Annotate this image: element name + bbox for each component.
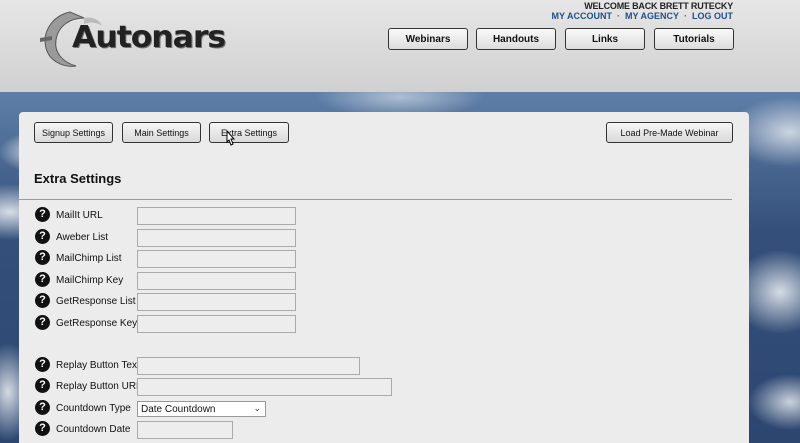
- help-icon[interactable]: ?: [35, 357, 50, 372]
- help-icon[interactable]: ?: [35, 315, 50, 330]
- mailchimp-list-label: MailChimp List: [56, 253, 122, 264]
- replay-button-text-label: Replay Button Text: [56, 360, 140, 371]
- help-icon[interactable]: ?: [35, 207, 50, 222]
- section-divider: [19, 199, 732, 200]
- nav-handouts-button[interactable]: Handouts: [476, 28, 556, 50]
- aweber-list-input[interactable]: [137, 229, 296, 247]
- nav-tutorials-button[interactable]: Tutorials: [654, 28, 734, 50]
- countdown-date-label: Countdown Date: [56, 424, 131, 435]
- getresponse-list-label: GetResponse List: [56, 296, 136, 307]
- mailchimp-key-label: MailChimp Key: [56, 275, 124, 286]
- log-out-link[interactable]: LOG OUT: [692, 11, 733, 21]
- settings-panel: Signup Settings Main Settings Extra Sett…: [19, 112, 749, 443]
- mailchimp-key-input[interactable]: [137, 272, 296, 290]
- nav-webinars-button[interactable]: Webinars: [388, 28, 468, 50]
- separator-dot: ·: [684, 11, 687, 21]
- logo-wordmark: Autonars: [72, 20, 226, 55]
- signup-settings-tab[interactable]: Signup Settings: [34, 122, 113, 143]
- help-icon[interactable]: ?: [35, 400, 50, 415]
- extra-settings-tab[interactable]: Extra Settings: [209, 122, 289, 143]
- nav-links-button[interactable]: Links: [565, 28, 645, 50]
- replay-button-url-input[interactable]: [137, 378, 392, 396]
- help-icon[interactable]: ?: [35, 250, 50, 265]
- site-header: Autonars WELCOME BACK BRETT RUTECKY MY A…: [0, 0, 800, 92]
- autonars-logo[interactable]: Autonars: [36, 8, 241, 70]
- countdown-type-label: Countdown Type: [56, 403, 131, 414]
- countdown-type-select[interactable]: Date Countdown ⌄: [137, 401, 266, 417]
- aweber-list-label: Aweber List: [56, 232, 109, 243]
- replay-button-text-input[interactable]: [137, 357, 360, 375]
- mailit-url-label: MailIt URL: [56, 210, 103, 221]
- help-icon[interactable]: ?: [35, 229, 50, 244]
- mailit-url-input[interactable]: [137, 207, 296, 225]
- account-links: MY ACCOUNT · MY AGENCY · LOG OUT: [551, 11, 733, 21]
- section-title: Extra Settings: [34, 171, 122, 186]
- getresponse-key-input[interactable]: [137, 315, 296, 333]
- help-icon[interactable]: ?: [35, 272, 50, 287]
- getresponse-key-label: GetResponse Key: [56, 318, 138, 329]
- help-icon[interactable]: ?: [35, 293, 50, 308]
- countdown-type-value: Date Countdown: [141, 403, 216, 415]
- replay-button-url-label: Replay Button URL: [56, 381, 142, 392]
- mailchimp-list-input[interactable]: [137, 250, 296, 268]
- countdown-date-input[interactable]: [137, 421, 233, 439]
- separator-dot: ·: [616, 11, 620, 21]
- chevron-down-icon: ⌄: [253, 403, 261, 413]
- getresponse-list-input[interactable]: [137, 293, 296, 311]
- my-agency-link[interactable]: MY AGENCY: [625, 11, 679, 21]
- help-icon[interactable]: ?: [35, 378, 50, 393]
- load-premade-webinar-button[interactable]: Load Pre-Made Webinar: [606, 122, 733, 143]
- my-account-link[interactable]: MY ACCOUNT: [551, 11, 612, 21]
- welcome-message: WELCOME BACK BRETT RUTECKY: [584, 1, 733, 11]
- help-icon[interactable]: ?: [35, 421, 50, 436]
- main-settings-tab[interactable]: Main Settings: [122, 122, 201, 143]
